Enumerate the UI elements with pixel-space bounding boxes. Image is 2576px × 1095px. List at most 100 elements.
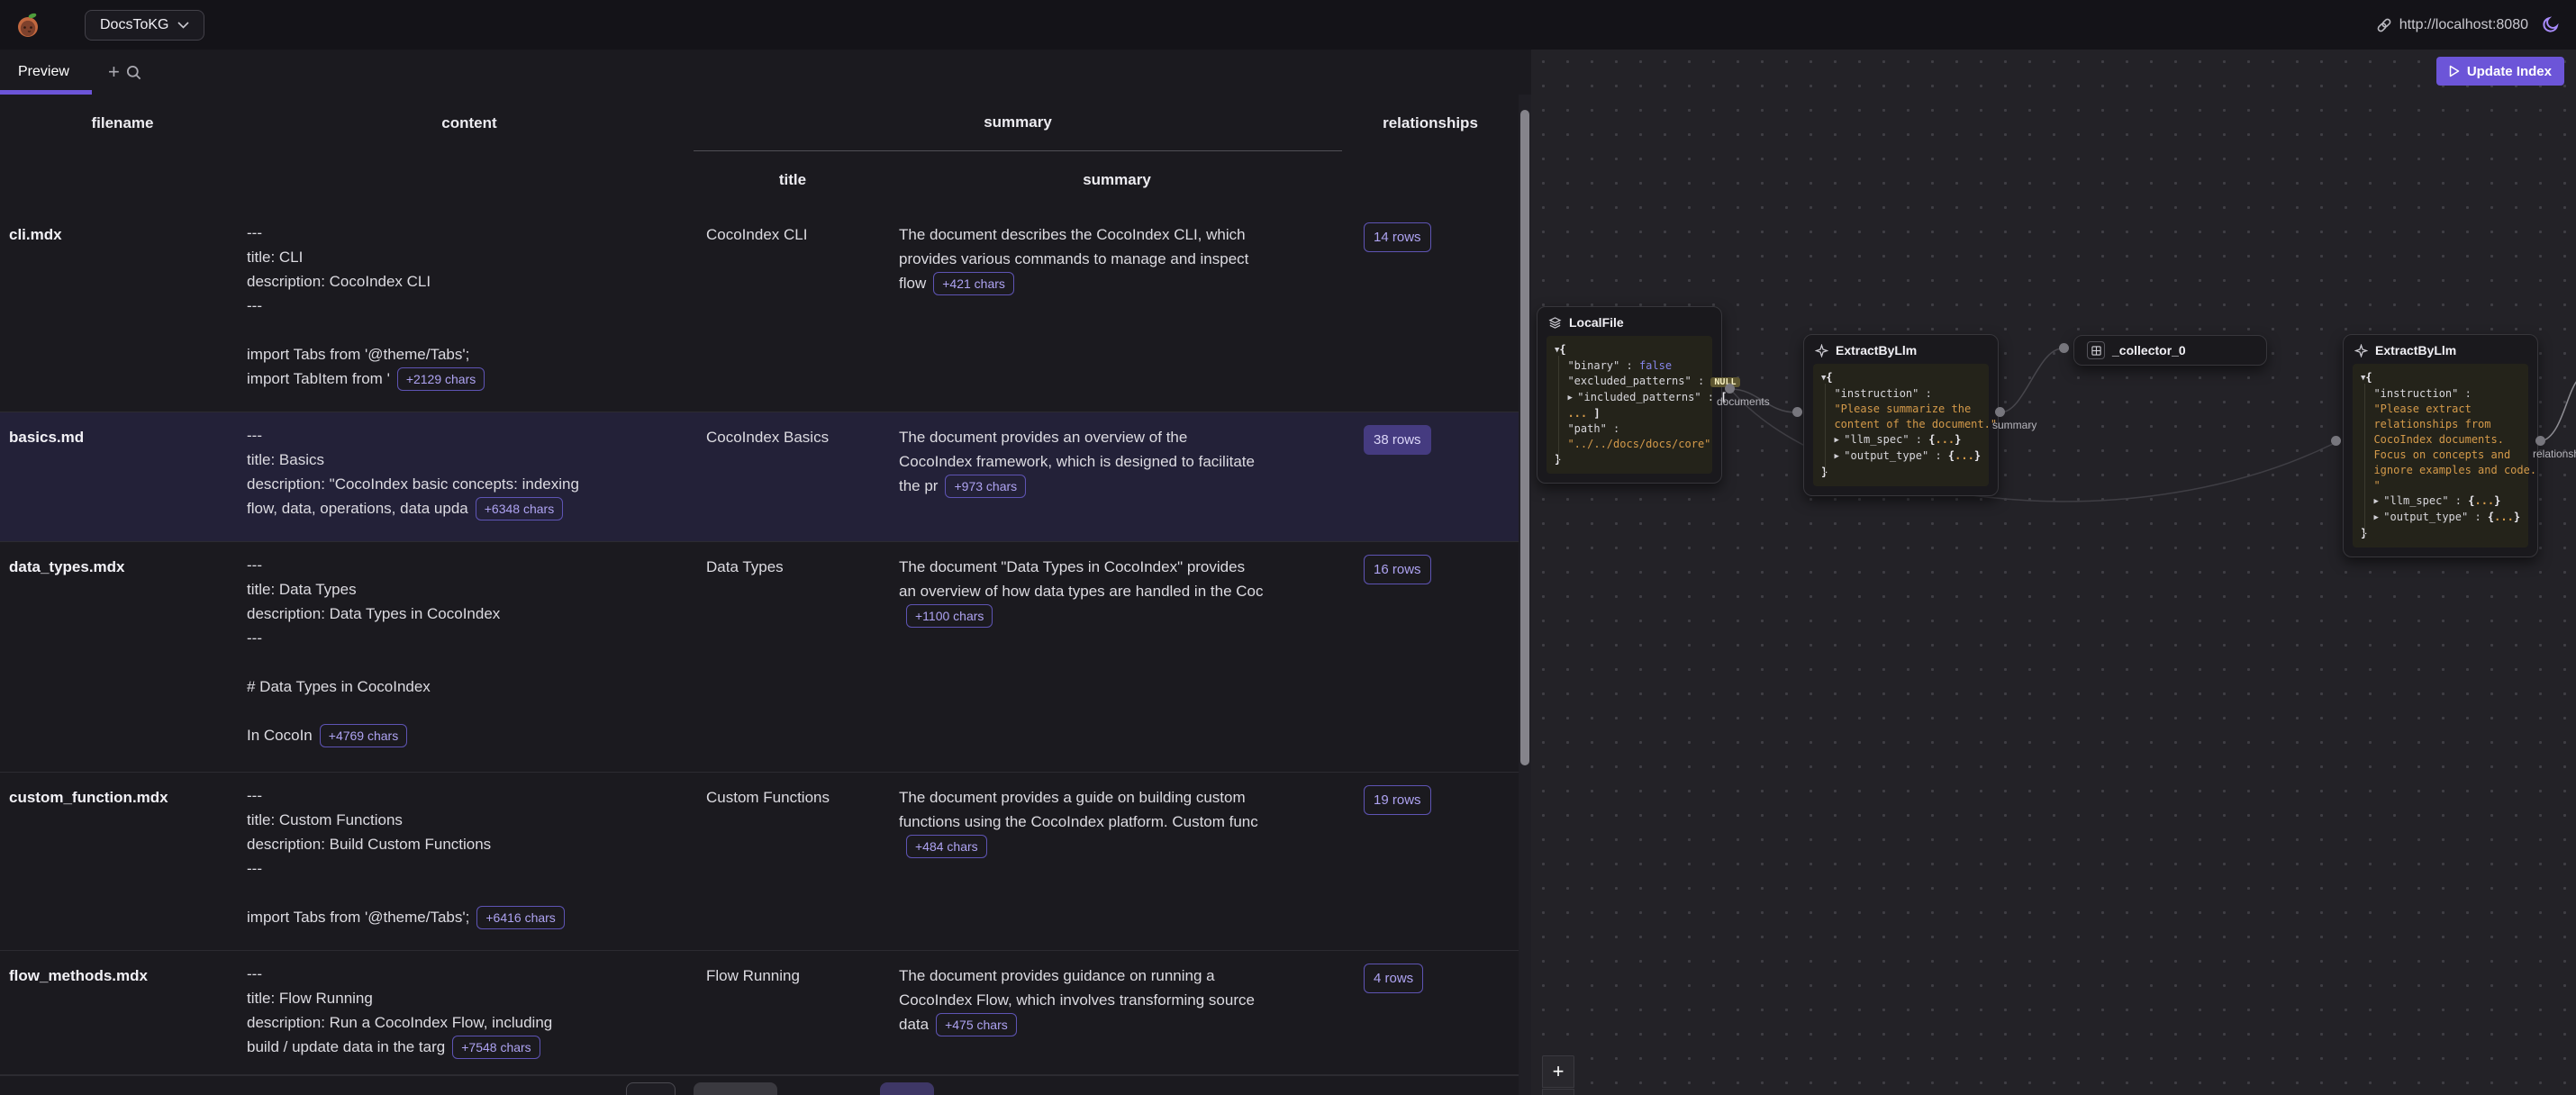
- json-token: ...: [2494, 511, 2514, 523]
- expand-chars-badge[interactable]: +973 chars: [945, 475, 1026, 498]
- flow-node-extractbyllm-relationships[interactable]: ExtractByLlm ▼{ "instruction" : "Please …: [2343, 334, 2538, 557]
- json-token: ...: [2474, 494, 2494, 507]
- col-header-summary-group: summary: [694, 95, 1342, 151]
- filename-cell: cli.mdx: [0, 210, 245, 412]
- json-line: CocoIndex documents.: [2361, 432, 2520, 448]
- input-port[interactable]: [2331, 436, 2341, 446]
- summary-text: The document "Data Types in CocoIndex" p…: [899, 558, 1263, 600]
- flow-edges: [1531, 50, 2576, 1095]
- expand-toggle-icon[interactable]: ▶: [1567, 394, 1577, 403]
- content-line: ---: [247, 783, 694, 808]
- expand-chars-badge[interactable]: +475 chars: [936, 1013, 1017, 1036]
- json-token: "output_type": [1844, 449, 1928, 462]
- json-token: :: [2449, 494, 2469, 507]
- tab-preview-label: Preview: [18, 64, 69, 80]
- expand-chars-badge[interactable]: +1100 chars: [906, 604, 993, 628]
- json-line: ▶ "llm_spec" : {...}: [2361, 493, 2520, 510]
- json-token: [1555, 407, 1567, 420]
- table-row[interactable]: flow_methods.mdx ---title: Flow Runningd…: [0, 951, 1531, 1076]
- rows-count-badge[interactable]: 19 rows: [1364, 785, 1431, 815]
- flow-node-localfile[interactable]: LocalFile ▼{ "binary" : false "excluded_…: [1537, 306, 1722, 484]
- table-row[interactable]: custom_function.mdx ---title: Custom Fun…: [0, 773, 1531, 951]
- table-scrollbar-track[interactable]: [1519, 95, 1531, 1095]
- json-token: :: [1918, 387, 1931, 400]
- json-token: "output_type": [2383, 511, 2468, 523]
- table-scrollbar-thumb[interactable]: [1520, 110, 1529, 765]
- relationships-cell: 4 rows: [1342, 951, 1519, 1075]
- json-token: ": [2361, 479, 2381, 492]
- json-line: ... ]: [1555, 406, 1704, 421]
- content-line: ---: [247, 962, 694, 986]
- json-line: relationships from: [2361, 417, 2520, 432]
- preview-panel: Preview + filename content summary relat…: [0, 50, 1531, 1095]
- json-line: ▶ "included_patterns" : [: [1555, 390, 1704, 406]
- flow-node-extractbyllm-summary[interactable]: ExtractByLlm ▼{ "instruction" : "Please …: [1803, 334, 1999, 496]
- tab-preview[interactable]: Preview: [18, 50, 69, 95]
- json-token: ]: [1587, 407, 1600, 420]
- content-line: ---: [247, 221, 694, 245]
- expand-chars-badge[interactable]: +6348 chars: [476, 497, 563, 520]
- json-token: }: [2514, 511, 2520, 523]
- json-line: "path" :: [1555, 421, 1704, 437]
- table-row-selected[interactable]: basics.md ---title: Basicsdescription: "…: [0, 412, 1531, 542]
- source-icon: [1548, 316, 1562, 330]
- rows-count-badge[interactable]: 16 rows: [1364, 555, 1431, 584]
- app-switcher-button[interactable]: DocsToKG: [85, 10, 204, 41]
- json-token: {: [1559, 343, 1565, 356]
- json-line: "binary" : false: [1555, 358, 1704, 374]
- zoom-in-button[interactable]: +: [1542, 1055, 1574, 1088]
- content-line: flow, data, operations, data upda+6348 c…: [247, 496, 694, 520]
- rows-count-badge[interactable]: 4 rows: [1364, 964, 1423, 993]
- output-port-relationships[interactable]: [2535, 436, 2545, 446]
- update-index-button[interactable]: Update Index: [2436, 57, 2564, 86]
- expand-toggle-icon[interactable]: ▶: [2373, 513, 2383, 522]
- expand-chars-badge[interactable]: +6416 chars: [476, 906, 564, 929]
- json-line: }: [2361, 526, 2520, 541]
- content-line: title: CLI: [247, 245, 694, 269]
- flow-node-collector-0[interactable]: _collector_0: [2073, 335, 2267, 366]
- add-tab-icon[interactable]: +: [108, 62, 120, 82]
- input-port[interactable]: [1792, 407, 1802, 417]
- theme-toggle-moon-icon[interactable]: [2541, 15, 2560, 34]
- flow-graph-canvas[interactable]: Update Index LocalFile ▼{ "binary" : fal…: [1531, 50, 2576, 1095]
- content-line: import Tabs from '@theme/Tabs';+6416 cha…: [247, 905, 694, 929]
- expand-chars-badge[interactable]: +7548 chars: [452, 1036, 540, 1059]
- expand-chars-badge[interactable]: +2129 chars: [397, 367, 485, 391]
- search-icon[interactable]: [125, 64, 142, 81]
- expand-chars-badge[interactable]: +484 chars: [906, 835, 987, 858]
- pagination-button-next[interactable]: [880, 1082, 934, 1095]
- pagination-button-page[interactable]: [694, 1082, 777, 1095]
- node-json-body: ▼{ "binary" : false "excluded_patterns" …: [1547, 336, 1712, 474]
- json-line: Focus on concepts and: [2361, 448, 2520, 463]
- filename-cell: basics.md: [0, 412, 245, 541]
- expand-chars-badge[interactable]: +4769 chars: [320, 724, 407, 747]
- expand-chars-badge[interactable]: +421 chars: [933, 272, 1014, 295]
- col-header-summary: summary: [892, 171, 1342, 189]
- output-port-documents[interactable]: [1725, 384, 1735, 394]
- table-row[interactable]: data_types.mdx ---title: Data Typesdescr…: [0, 542, 1531, 773]
- llm-sparkle-icon: [1815, 344, 1828, 357]
- zoom-out-button[interactable]: [1542, 1089, 1574, 1095]
- output-port-summary[interactable]: [1995, 407, 2005, 417]
- rows-count-badge[interactable]: 14 rows: [1364, 222, 1431, 252]
- table-row[interactable]: cli.mdx ---title: CLIdescription: CocoIn…: [0, 210, 1531, 412]
- json-token: :: [2458, 387, 2471, 400]
- relationships-cell: 19 rows: [1342, 773, 1519, 950]
- json-token: [1821, 449, 1834, 462]
- content-line: import TabItem from '+2129 chars: [247, 367, 694, 391]
- rows-count-badge[interactable]: 38 rows: [1364, 425, 1431, 455]
- json-token: [1555, 391, 1567, 403]
- expand-toggle-icon[interactable]: ▶: [1834, 452, 1844, 461]
- relationships-cell: 38 rows: [1342, 412, 1519, 541]
- input-port[interactable]: [2059, 343, 2069, 353]
- expand-toggle-icon[interactable]: ▶: [1834, 436, 1844, 445]
- pagination-button-prev[interactable]: [626, 1082, 676, 1095]
- content-line: [247, 699, 694, 723]
- llm-sparkle-icon: [2354, 344, 2368, 357]
- expand-toggle-icon[interactable]: ▶: [2373, 497, 2383, 506]
- summary-cell: The document "Data Types in CocoIndex" p…: [892, 542, 1342, 772]
- json-token: {: [2365, 371, 2372, 384]
- json-token: [2361, 511, 2373, 523]
- content-line: description: Run a CocoIndex Flow, inclu…: [247, 1010, 694, 1035]
- server-url[interactable]: http://localhost:8080: [2376, 17, 2528, 33]
